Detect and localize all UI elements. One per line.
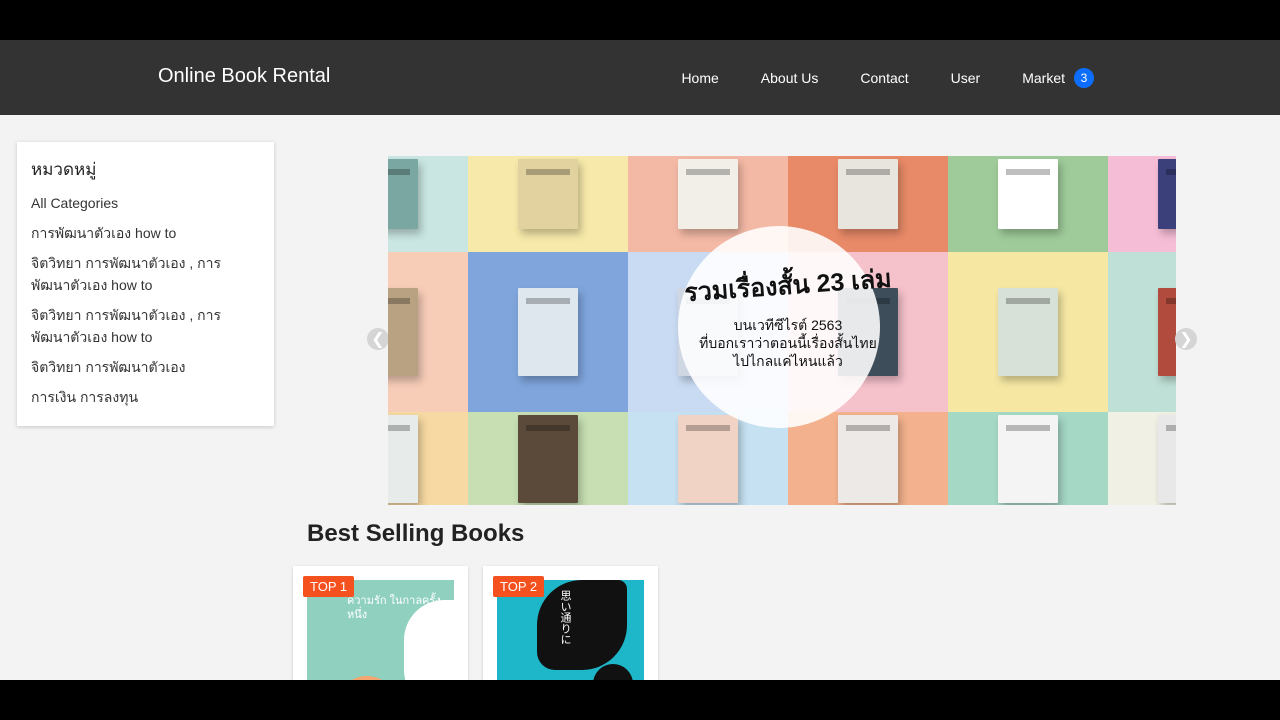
carousel-prev-button[interactable]: ❮ xyxy=(367,328,389,350)
nav-home[interactable]: Home xyxy=(681,70,718,86)
banner-subtitle-line: ไปไกลแค่ไหนแล้ว xyxy=(733,353,843,369)
nav-about-us[interactable]: About Us xyxy=(761,70,819,86)
rank-badge: TOP 1 xyxy=(303,576,355,597)
best-selling-title: Best Selling Books xyxy=(307,520,525,547)
market-count-badge: 3 xyxy=(1074,67,1094,88)
nav-home-label: Home xyxy=(681,69,719,86)
book-cover-text: ความรัก ในกาลครั้งหนึ่ง xyxy=(347,595,441,621)
category-item[interactable]: การพัฒนาตัวเอง how to xyxy=(31,222,260,244)
nav-user-label: User xyxy=(950,69,981,86)
category-item[interactable]: จิตวิทยา การพัฒนาตัวเอง , การพัฒนาตัวเอง… xyxy=(31,252,260,296)
book-card[interactable]: TOP 2 思い通りに xyxy=(483,566,658,680)
nav-about-label: About Us xyxy=(760,69,819,86)
category-sidebar: หมวดหมู่ All Categories การพัฒนาตัวเอง h… xyxy=(17,142,274,426)
banner-caption: รวมเรื่องสั้น 23 เล่ม บนเวทีซีไรต์ 2563 … xyxy=(618,265,958,370)
book-card[interactable]: TOP 1 ความรัก ในกาลครั้งหนึ่ง xyxy=(293,566,468,680)
sidebar-title: หมวดหมู่ xyxy=(31,160,97,179)
banner-subtitle-line: บนเวทีซีไรต์ 2563 xyxy=(733,317,843,333)
chevron-left-icon: ❮ xyxy=(371,331,385,348)
carousel-next-button[interactable]: ❯ xyxy=(1175,328,1197,350)
nav-contact-label: Contact xyxy=(860,69,909,86)
nav-contact[interactable]: Contact xyxy=(860,70,908,86)
chevron-right-icon: ❯ xyxy=(1179,331,1193,348)
book-cover-text: 思い通りに xyxy=(559,590,571,645)
nav-market[interactable]: Market 3 xyxy=(1022,67,1094,88)
category-item[interactable]: การเงิน การลงทุน xyxy=(31,386,260,408)
rank-badge: TOP 2 xyxy=(493,576,545,597)
nav-user[interactable]: User xyxy=(951,70,981,86)
nav-market-label: Market xyxy=(1022,69,1065,86)
category-item-all[interactable]: All Categories xyxy=(31,192,260,214)
brand-link[interactable]: Online Book Rental xyxy=(158,64,330,88)
letterbox-bottom xyxy=(0,680,1280,720)
category-item[interactable]: จิตวิทยา การพัฒนาตัวเอง , การพัฒนาตัวเอง… xyxy=(31,304,260,348)
page: Online Book Rental Home About Us Contact… xyxy=(0,40,1280,680)
banner-carousel[interactable]: รวมเรื่องสั้น 23 เล่ม บนเวทีซีไรต์ 2563 … xyxy=(388,156,1176,505)
navbar: Online Book Rental Home About Us Contact… xyxy=(0,40,1280,115)
nav-links: Home About Us Contact User Market 3 xyxy=(639,40,1094,115)
category-item[interactable]: จิตวิทยา การพัฒนาตัวเอง xyxy=(31,356,260,378)
banner-subtitle-line: ที่บอกเราว่าตอนนี้เรื่องสั้นไทย xyxy=(699,335,877,351)
letterbox-top xyxy=(0,0,1280,40)
